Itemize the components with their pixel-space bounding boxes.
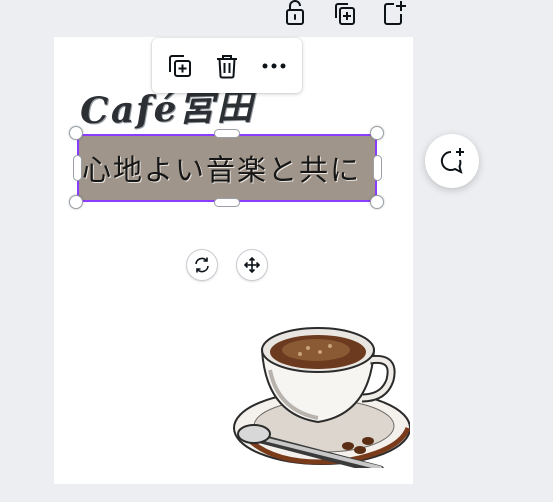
duplicate-page-icon [335, 3, 355, 25]
selected-text-box[interactable]: 心地よい音楽と共に [77, 134, 377, 202]
trash-icon [217, 55, 237, 79]
resize-handle-top-left[interactable] [69, 126, 83, 140]
duplicate-icon [169, 55, 191, 77]
selected-text[interactable]: 心地よい音楽と共に [79, 147, 361, 189]
resize-handle-bottom-right[interactable] [370, 195, 384, 209]
add-page-button[interactable] [381, 0, 407, 26]
move-icon [243, 256, 261, 274]
duplicate-button[interactable] [164, 50, 196, 82]
rotate-button[interactable] [186, 249, 218, 281]
element-toolbar [152, 38, 302, 93]
more-options-button[interactable] [258, 50, 290, 82]
rotate-icon [195, 257, 209, 273]
resize-handle-top[interactable] [214, 129, 240, 138]
duplicate-page-button[interactable] [331, 0, 357, 26]
add-comment-icon [440, 148, 464, 174]
resize-handle-left[interactable] [73, 155, 82, 181]
move-button[interactable] [236, 249, 268, 281]
resize-handle-bottom[interactable] [214, 198, 240, 207]
resize-handle-bottom-left[interactable] [69, 195, 83, 209]
add-page-icon [384, 1, 406, 25]
resize-handle-right[interactable] [373, 155, 382, 181]
lock-page-button[interactable] [282, 0, 308, 26]
add-comment-button[interactable] [425, 134, 479, 188]
more-icon [262, 63, 286, 69]
resize-handle-top-right[interactable] [370, 126, 384, 140]
lock-icon [286, 0, 304, 25]
delete-button[interactable] [211, 50, 243, 82]
coffee-cup-illustration[interactable] [230, 310, 410, 468]
